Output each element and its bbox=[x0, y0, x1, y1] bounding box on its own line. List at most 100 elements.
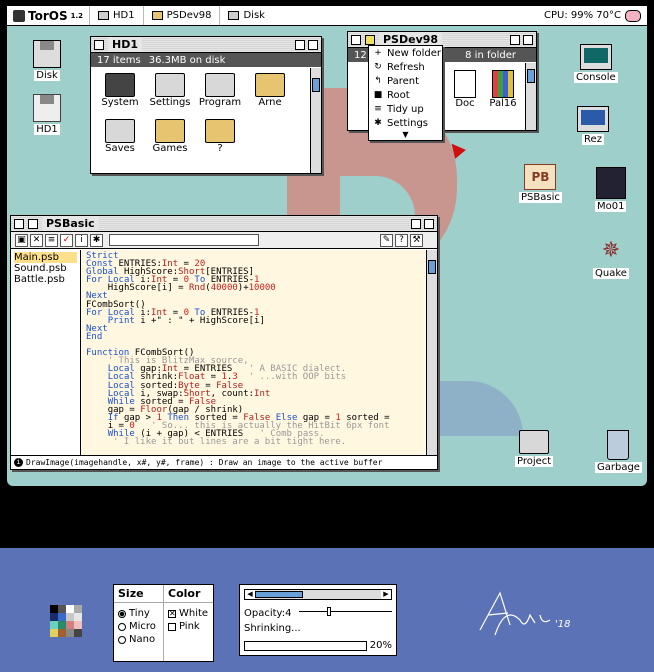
size-option-tiny[interactable]: Tiny bbox=[118, 607, 159, 620]
desktop-icon-quake[interactable]: ✵ Quake bbox=[593, 236, 629, 279]
color-swatch[interactable] bbox=[74, 605, 82, 613]
os-menu[interactable]: TorOS 1.2 bbox=[7, 9, 89, 23]
menu-item-parent[interactable]: ↰ Parent bbox=[369, 74, 442, 88]
code-editor[interactable]: Strict Const ENTRIES:Int = 20 Global HighS… bbox=[82, 250, 425, 455]
info-icon[interactable]: i bbox=[75, 233, 88, 247]
menu-item-new-folder[interactable]: + New folder bbox=[369, 46, 442, 60]
file-item-doc[interactable]: Doc bbox=[448, 70, 482, 116]
brush-icon[interactable]: ✎ bbox=[380, 233, 393, 247]
vertical-scrollbar[interactable] bbox=[310, 68, 321, 173]
color-swatch[interactable] bbox=[66, 629, 74, 637]
file-item-program[interactable]: Program bbox=[195, 73, 245, 119]
size-option-nano[interactable]: Nano bbox=[118, 633, 159, 646]
color-swatch[interactable] bbox=[74, 621, 82, 629]
menu-more-arrow-icon[interactable]: ▼ bbox=[369, 130, 442, 140]
color-swatch[interactable] bbox=[50, 613, 58, 621]
desktop-icon-label: Console bbox=[574, 72, 618, 83]
color-swatch[interactable] bbox=[74, 613, 82, 621]
horizontal-scrollbar[interactable]: ◀ ▶ bbox=[244, 589, 392, 600]
file-item-games[interactable]: Games bbox=[145, 119, 195, 165]
vertical-scrollbar[interactable] bbox=[525, 63, 536, 130]
desktop-icon-garbage[interactable]: Garbage bbox=[595, 430, 642, 473]
file-item-pal16[interactable]: Pal16 bbox=[486, 70, 520, 116]
editor-scrollbar[interactable] bbox=[426, 250, 437, 455]
info-icon: i bbox=[14, 458, 23, 467]
file-item-arne[interactable]: Arne bbox=[245, 73, 295, 119]
menu-item-root[interactable]: ■ Root bbox=[369, 88, 442, 102]
color-swatch[interactable] bbox=[74, 629, 82, 637]
file-item-saves[interactable]: Saves bbox=[95, 119, 145, 165]
size-color-panel: Size Tiny Micro Nano Color ✕ White Pink bbox=[113, 584, 214, 662]
desktop-icon-disk[interactable]: Disk bbox=[33, 40, 61, 81]
menu-toggle-icon[interactable] bbox=[28, 218, 38, 229]
menu-item-tidy-up[interactable]: ≡ Tidy up bbox=[369, 102, 442, 116]
size-option-micro[interactable]: Micro bbox=[118, 620, 159, 633]
pig-icon[interactable] bbox=[625, 9, 641, 22]
close-box-icon[interactable] bbox=[94, 39, 104, 50]
file-item-settings[interactable]: Settings bbox=[145, 73, 195, 119]
color-swatch[interactable] bbox=[58, 621, 66, 629]
option-label: Tiny bbox=[129, 608, 150, 619]
menubar-item-psdev98[interactable]: PSDev98 bbox=[142, 6, 220, 25]
file-label: ? bbox=[217, 143, 223, 154]
file-list-item[interactable]: Sound.psb bbox=[14, 263, 77, 274]
file-item-unknown[interactable]: ? bbox=[195, 119, 245, 165]
desktop-icon-rez[interactable]: Rez bbox=[577, 106, 609, 145]
slider-knob[interactable] bbox=[327, 607, 332, 616]
color-swatch[interactable] bbox=[58, 613, 66, 621]
desktop-icon-mo01[interactable]: Mo01 bbox=[595, 167, 627, 212]
save-icon[interactable]: ▣ bbox=[15, 233, 28, 247]
scroll-thumb[interactable] bbox=[255, 591, 303, 598]
menubar-item-disk[interactable]: Disk bbox=[219, 6, 272, 25]
refresh-icon: ↻ bbox=[374, 62, 382, 72]
menu-item-refresh[interactable]: ↻ Refresh bbox=[369, 60, 442, 74]
menu-toggle-icon[interactable] bbox=[365, 34, 375, 45]
window-titlebar[interactable]: PSBasic bbox=[11, 216, 437, 232]
scroll-right-icon[interactable]: ▶ bbox=[381, 590, 391, 599]
zoom-box-icon[interactable] bbox=[411, 218, 421, 229]
file-list-item[interactable]: Battle.psb bbox=[14, 274, 77, 285]
tools-icon[interactable]: ⚒ bbox=[410, 233, 423, 247]
color-swatch[interactable] bbox=[66, 621, 74, 629]
color-option-white[interactable]: ✕ White bbox=[168, 607, 209, 620]
color-swatch[interactable] bbox=[50, 629, 58, 637]
zoom-box-icon[interactable] bbox=[295, 39, 305, 50]
check-icon[interactable]: ✓ bbox=[60, 233, 73, 247]
close-file-icon[interactable]: ✕ bbox=[30, 233, 43, 247]
color-swatch[interactable] bbox=[66, 613, 74, 621]
color-swatch[interactable] bbox=[58, 629, 66, 637]
color-option-pink[interactable]: Pink bbox=[168, 620, 209, 633]
desktop-icon-psbasic[interactable]: PB PSBasic bbox=[519, 164, 562, 203]
desktop-icon-project[interactable]: Project bbox=[515, 430, 554, 467]
collapse-box-icon[interactable] bbox=[308, 39, 318, 50]
file-list-item[interactable]: Main.psb bbox=[14, 252, 77, 263]
scroll-thumb[interactable] bbox=[428, 260, 436, 274]
gear-icon[interactable]: ✱ bbox=[90, 233, 103, 247]
collapse-box-icon[interactable] bbox=[424, 218, 434, 229]
search-input[interactable] bbox=[109, 234, 259, 246]
scroll-track[interactable] bbox=[255, 590, 381, 599]
window-titlebar[interactable]: HD1 bbox=[91, 37, 321, 53]
color-swatch[interactable] bbox=[58, 605, 66, 613]
file-item-system[interactable]: System bbox=[95, 73, 145, 119]
desktop-icon-console[interactable]: Console bbox=[574, 44, 618, 83]
color-swatch[interactable] bbox=[50, 605, 58, 613]
scroll-thumb[interactable] bbox=[527, 69, 535, 83]
close-box-icon[interactable] bbox=[14, 218, 24, 229]
option-label: Pink bbox=[179, 621, 200, 632]
zoom-box-icon[interactable] bbox=[510, 34, 520, 45]
opacity-slider[interactable] bbox=[299, 607, 392, 616]
user-folder-icon bbox=[255, 73, 285, 97]
close-box-icon[interactable] bbox=[351, 34, 361, 45]
color-swatch[interactable] bbox=[50, 621, 58, 629]
color-swatch[interactable] bbox=[66, 605, 74, 613]
collapse-box-icon[interactable] bbox=[523, 34, 533, 45]
desktop-icon-hd1[interactable]: HD1 bbox=[33, 94, 61, 135]
scroll-thumb[interactable] bbox=[312, 78, 320, 92]
color-swatch-grid[interactable] bbox=[50, 605, 82, 637]
list-icon[interactable]: ≡ bbox=[45, 233, 58, 247]
help-icon[interactable]: ? bbox=[395, 233, 408, 247]
menubar-item-hd1[interactable]: HD1 bbox=[89, 6, 143, 25]
menu-item-settings[interactable]: ✱ Settings bbox=[369, 116, 442, 130]
scroll-left-icon[interactable]: ◀ bbox=[245, 590, 255, 599]
